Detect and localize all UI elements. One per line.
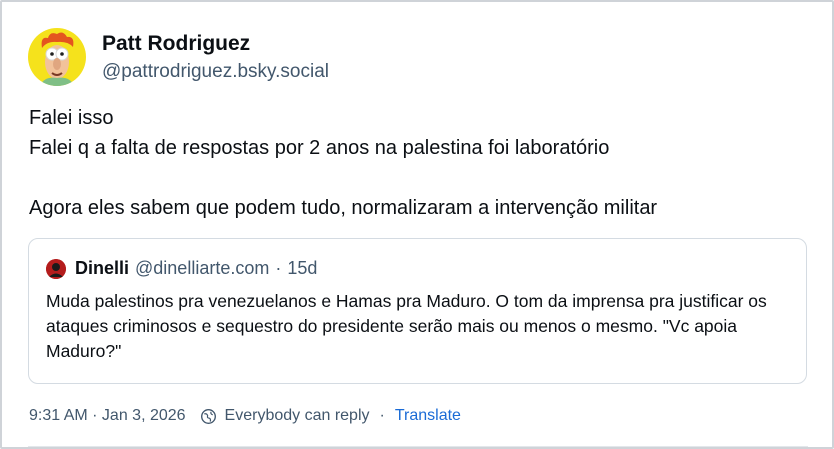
reply-setting[interactable]: Everybody can reply — [225, 407, 370, 425]
post-body: Falei isso Falei q a falta de respostas … — [29, 103, 819, 223]
quoted-post-text: Muda palestinos pra venezuelanos e Hamas… — [46, 291, 767, 361]
quoted-separator: · — [275, 258, 282, 278]
quoted-author-avatar[interactable] — [46, 258, 66, 279]
author-display-name[interactable]: Patt Rodriguez — [102, 30, 329, 58]
translate-link[interactable]: Translate — [395, 407, 461, 425]
post-card: Patt Rodriguez @pattrodriguez.bsky.socia… — [0, 0, 834, 449]
author-names: Patt Rodriguez @pattrodriguez.bsky.socia… — [102, 30, 329, 85]
post-timestamp[interactable]: 9:31 AM · Jan 3, 2026 — [29, 407, 186, 425]
quoted-time-ago: 15d — [287, 258, 318, 278]
post-text-line: Agora eles sabem que podem tudo, normali… — [29, 197, 658, 219]
post-meta: 9:31 AM · Jan 3, 2026 Everybody can repl… — [29, 407, 461, 425]
divider — [28, 446, 808, 447]
post-text-line: Falei isso — [29, 107, 114, 129]
author-handle[interactable]: @pattrodriguez.bsky.social — [102, 59, 329, 85]
author-avatar[interactable] — [28, 28, 86, 86]
portrait-icon — [46, 258, 66, 279]
globe-reply-icon — [200, 408, 216, 424]
quoted-author-name[interactable]: Dinelli — [75, 258, 129, 279]
post-text-line — [29, 163, 819, 193]
post-header: Patt Rodriguez @pattrodriguez.bsky.socia… — [28, 28, 329, 86]
post-text-line: Falei q a falta de respostas por 2 anos … — [29, 137, 610, 159]
muppet-beaker-avatar-icon — [28, 28, 86, 86]
quoted-author-handle[interactable]: @dinelliarte.com — [135, 258, 269, 279]
quoted-post-header: Dinelli @dinelliarte.com · 15d — [46, 258, 317, 279]
meta-separator: · — [379, 407, 385, 424]
quoted-post[interactable]: Dinelli @dinelliarte.com · 15d Muda pale… — [28, 238, 807, 384]
